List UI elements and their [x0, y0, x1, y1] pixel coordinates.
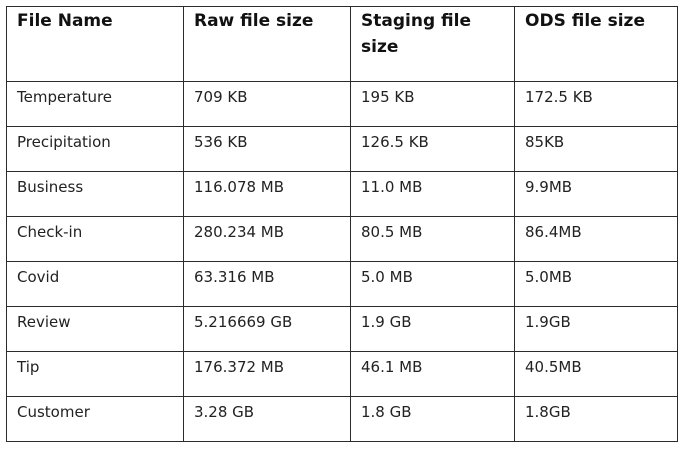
- table-row: Tip 176.372 MB 46.1 MB 40.5MB: [6, 351, 678, 397]
- header-ods-file-size: ODS file size: [514, 6, 678, 82]
- header-staging-file-size: Staging file size: [350, 6, 515, 82]
- table-row: Customer 3.28 GB 1.8 GB 1.8GB: [6, 396, 678, 442]
- cell-staging-size: 195 KB: [350, 81, 515, 127]
- cell-raw-size: 116.078 MB: [183, 171, 351, 217]
- cell-file-name: Business: [6, 171, 184, 217]
- cell-staging-size: 11.0 MB: [350, 171, 515, 217]
- cell-ods-size: 1.9GB: [514, 306, 678, 352]
- cell-ods-size: 1.8GB: [514, 396, 678, 442]
- header-file-name: File Name: [6, 6, 184, 82]
- cell-staging-size: 80.5 MB: [350, 216, 515, 262]
- cell-ods-size: 5.0MB: [514, 261, 678, 307]
- cell-ods-size: 86.4MB: [514, 216, 678, 262]
- cell-raw-size: 709 KB: [183, 81, 351, 127]
- table-row: Check-in 280.234 MB 80.5 MB 86.4MB: [6, 216, 678, 262]
- cell-staging-size: 46.1 MB: [350, 351, 515, 397]
- cell-file-name: Customer: [6, 396, 184, 442]
- cell-file-name: Temperature: [6, 81, 184, 127]
- table-row: Precipitation 536 KB 126.5 KB 85KB: [6, 126, 678, 172]
- cell-ods-size: 85KB: [514, 126, 678, 172]
- file-size-table: File Name Raw file size Staging file siz…: [6, 6, 678, 442]
- cell-staging-size: 1.9 GB: [350, 306, 515, 352]
- cell-raw-size: 3.28 GB: [183, 396, 351, 442]
- table-row: Covid 63.316 MB 5.0 MB 5.0MB: [6, 261, 678, 307]
- cell-file-name: Covid: [6, 261, 184, 307]
- table-header-row: File Name Raw file size Staging file siz…: [6, 6, 678, 82]
- cell-staging-size: 1.8 GB: [350, 396, 515, 442]
- table-row: Business 116.078 MB 11.0 MB 9.9MB: [6, 171, 678, 217]
- table-row: Temperature 709 KB 195 KB 172.5 KB: [6, 81, 678, 127]
- cell-raw-size: 5.216669 GB: [183, 306, 351, 352]
- table-row: Review 5.216669 GB 1.9 GB 1.9GB: [6, 306, 678, 352]
- cell-raw-size: 176.372 MB: [183, 351, 351, 397]
- cell-raw-size: 280.234 MB: [183, 216, 351, 262]
- cell-staging-size: 126.5 KB: [350, 126, 515, 172]
- cell-raw-size: 63.316 MB: [183, 261, 351, 307]
- cell-staging-size: 5.0 MB: [350, 261, 515, 307]
- header-raw-file-size: Raw file size: [183, 6, 351, 82]
- cell-ods-size: 9.9MB: [514, 171, 678, 217]
- cell-raw-size: 536 KB: [183, 126, 351, 172]
- cell-ods-size: 172.5 KB: [514, 81, 678, 127]
- cell-file-name: Check-in: [6, 216, 184, 262]
- cell-ods-size: 40.5MB: [514, 351, 678, 397]
- cell-file-name: Tip: [6, 351, 184, 397]
- cell-file-name: Precipitation: [6, 126, 184, 172]
- cell-file-name: Review: [6, 306, 184, 352]
